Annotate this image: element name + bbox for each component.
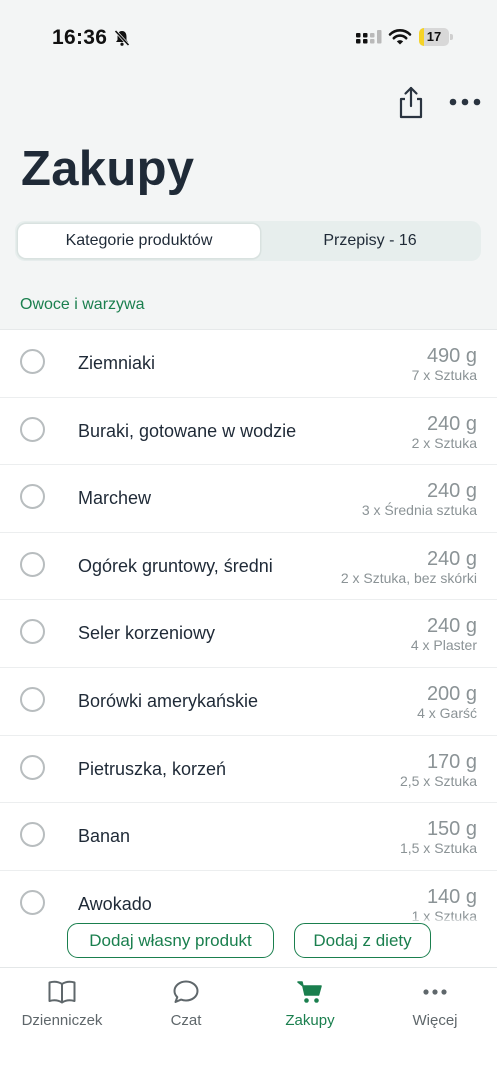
product-amount: 240 g bbox=[426, 480, 477, 503]
action-bar: Dodaj własny produkt Dodaj z diety bbox=[0, 917, 497, 967]
product-amount: 170 g bbox=[426, 750, 477, 773]
product-amount: 140 g bbox=[426, 885, 477, 908]
tab-recipes[interactable]: Przepisy - 16 bbox=[262, 224, 478, 258]
product-unit: 1,5 x Sztuka bbox=[399, 840, 477, 857]
tab-shopping[interactable]: Zakupy bbox=[248, 968, 372, 1038]
product-unit: 2 x Sztuka, bez skórki bbox=[340, 569, 477, 586]
product-amount: 200 g bbox=[426, 682, 477, 705]
list-item[interactable]: Banan 150 g 1,5 x Sztuka bbox=[0, 803, 497, 871]
battery-icon: 17 bbox=[419, 28, 449, 46]
product-amount: 240 g bbox=[426, 615, 477, 638]
list-item[interactable]: Seler korzeniowy 240 g 4 x Plaster bbox=[0, 600, 497, 668]
tab-label: Zakupy bbox=[285, 1012, 335, 1029]
product-unit: 4 x Plaster bbox=[410, 637, 477, 654]
add-from-diet-button[interactable]: Dodaj z diety bbox=[294, 923, 431, 958]
product-amount: 240 g bbox=[426, 412, 477, 435]
book-icon bbox=[47, 979, 77, 1010]
product-name: Seler korzeniowy bbox=[78, 623, 216, 644]
checkbox[interactable] bbox=[20, 822, 45, 848]
product-name: Borówki amerykańskie bbox=[78, 690, 259, 711]
section-header: Owoce i warzywa bbox=[20, 296, 145, 313]
share-button[interactable] bbox=[394, 84, 428, 120]
tab-product-categories[interactable]: Kategorie produktów bbox=[18, 224, 260, 258]
tab-label: Więcej bbox=[412, 1012, 458, 1029]
product-amount: 490 g bbox=[426, 345, 477, 367]
product-unit: 2,5 x Sztuka bbox=[399, 772, 477, 789]
list-item[interactable]: Ogórek gruntowy, średni 240 g 2 x Sztuka… bbox=[0, 533, 497, 601]
cellular-signal-icon bbox=[356, 30, 382, 52]
list-item[interactable]: Pietruszka, korzeń 170 g 2,5 x Sztuka bbox=[0, 736, 497, 804]
product-name: Marchew bbox=[78, 488, 152, 509]
tab-diary[interactable]: Dzienniczek bbox=[0, 968, 124, 1038]
more-dots-icon bbox=[449, 98, 481, 106]
checkbox[interactable] bbox=[20, 416, 45, 442]
product-name: Awokado bbox=[78, 893, 152, 914]
wifi-icon bbox=[388, 28, 412, 51]
share-icon bbox=[399, 86, 423, 119]
product-amount: 240 g bbox=[426, 547, 477, 570]
page-title: Zakupy bbox=[21, 142, 195, 196]
checkbox[interactable] bbox=[20, 349, 45, 374]
product-unit: 2 x Sztuka bbox=[411, 434, 477, 451]
checkbox[interactable] bbox=[20, 754, 45, 780]
checkbox[interactable] bbox=[20, 619, 45, 645]
product-name: Ogórek gruntowy, średni bbox=[78, 555, 273, 576]
battery-percentage: 17 bbox=[426, 29, 442, 44]
cart-icon bbox=[296, 979, 324, 1010]
product-name: Pietruszka, korzeń bbox=[78, 758, 227, 779]
add-custom-product-button[interactable]: Dodaj własny produkt bbox=[67, 923, 274, 958]
product-unit: 7 x Sztuka bbox=[411, 367, 477, 383]
tab-label: Dzienniczek bbox=[21, 1012, 103, 1029]
checkbox[interactable] bbox=[20, 686, 45, 712]
product-name: Banan bbox=[78, 826, 131, 847]
product-unit: 4 x Garść bbox=[417, 704, 477, 721]
more-dots-icon bbox=[421, 979, 449, 1010]
status-time: 16:36 bbox=[52, 26, 108, 49]
product-amount: 150 g bbox=[426, 818, 477, 841]
product-name: Ziemniaki bbox=[78, 353, 156, 373]
list-item[interactable]: Ziemniaki 490 g 7 x Sztuka bbox=[0, 330, 497, 398]
tab-chat[interactable]: Czat bbox=[124, 968, 248, 1038]
bell-muted-icon bbox=[113, 29, 131, 52]
tab-label: Czat bbox=[170, 1012, 202, 1029]
list-item[interactable]: Marchew 240 g 3 x Średnia sztuka bbox=[0, 465, 497, 533]
tab-more[interactable]: Więcej bbox=[373, 968, 497, 1038]
segmented-control: Kategorie produktów Przepisy - 16 bbox=[15, 221, 481, 261]
checkbox[interactable] bbox=[20, 484, 45, 510]
bottom-tab-bar: Dzienniczek Czat Zakupy Więcej bbox=[0, 967, 497, 1079]
list-item[interactable]: Buraki, gotowane w wodzie 240 g 2 x Sztu… bbox=[0, 398, 497, 466]
checkbox[interactable] bbox=[20, 551, 45, 577]
battery-tip bbox=[450, 34, 453, 40]
list-item[interactable]: Borówki amerykańskie 200 g 4 x Garść bbox=[0, 668, 497, 736]
product-unit: 3 x Średnia sztuka bbox=[361, 502, 477, 519]
more-options-button[interactable] bbox=[446, 90, 484, 114]
product-name: Buraki, gotowane w wodzie bbox=[78, 420, 297, 441]
shopping-list: Ziemniaki 490 g 7 x Sztuka Buraki, gotow… bbox=[0, 329, 497, 970]
checkbox[interactable] bbox=[20, 889, 45, 915]
status-bar: 16:36 17 bbox=[0, 0, 497, 76]
chat-bubble-icon bbox=[172, 979, 200, 1010]
